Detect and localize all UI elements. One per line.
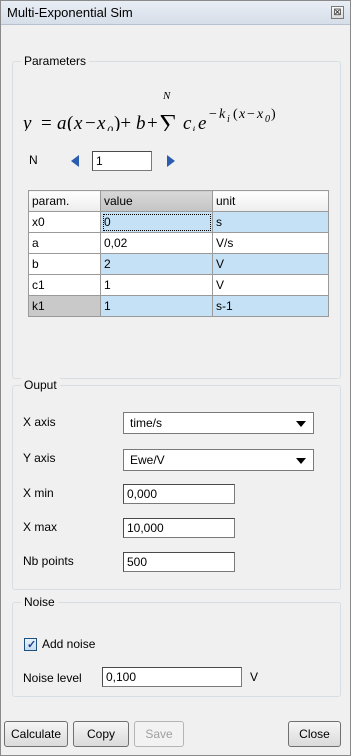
parameters-table: param. value unit x0 0 s a 0,02 V/s b 2 … <box>28 190 329 317</box>
param-cell[interactable]: k1 <box>28 295 101 317</box>
chevron-down-icon <box>296 421 306 427</box>
nb-points-input[interactable]: 500 <box>123 552 235 572</box>
noise-level-input[interactable]: 0,100 <box>102 667 242 687</box>
y-axis-select[interactable]: Ewe/V <box>123 449 314 471</box>
param-cell[interactable]: c1 <box>28 274 101 296</box>
svg-text:x: x <box>238 107 246 122</box>
unit-cell[interactable]: V <box>212 274 329 296</box>
svg-text:=: = <box>41 113 52 131</box>
unit-cell[interactable]: s-1 <box>212 295 329 317</box>
x-axis-select[interactable]: time/s <box>123 412 314 434</box>
table-row[interactable]: c1 1 V <box>28 274 329 296</box>
svg-text:−: − <box>209 107 217 122</box>
table-row[interactable]: x0 0 s <box>28 211 329 233</box>
chevron-down-icon <box>296 458 306 464</box>
value-cell[interactable]: 0,02 <box>100 232 213 254</box>
svg-text:x: x <box>96 113 106 131</box>
unit-cell[interactable]: s <box>212 211 329 233</box>
close-button[interactable]: Close <box>288 721 341 747</box>
svg-text:c: c <box>183 113 192 131</box>
svg-text:(: ( <box>233 107 238 122</box>
calculate-button[interactable]: Calculate <box>4 721 68 747</box>
nb-points-label: Nb points <box>23 554 74 568</box>
value-cell[interactable]: 2 <box>100 253 213 275</box>
x-min-input[interactable]: 0,000 <box>123 484 235 504</box>
svg-text:x: x <box>256 107 264 122</box>
svg-text:0: 0 <box>107 123 113 131</box>
unit-cell[interactable]: V/s <box>212 232 329 254</box>
y-axis-label: Y axis <box>23 451 56 465</box>
svg-text:−: − <box>247 107 255 122</box>
dialog-window: Multi-Exponential Sim ⊠ Parameters y = a… <box>0 0 351 756</box>
decrement-n-icon[interactable] <box>71 155 79 167</box>
param-cell[interactable]: b <box>28 253 101 275</box>
copy-button[interactable]: Copy <box>73 721 129 747</box>
column-header-value[interactable]: value <box>100 190 213 212</box>
svg-text:)+: )+ <box>114 113 131 131</box>
value-cell[interactable]: 1 <box>100 295 213 317</box>
x-axis-selected-value: time/s <box>130 416 163 430</box>
svg-text:x: x <box>73 113 83 131</box>
param-cell[interactable]: x0 <box>28 211 101 233</box>
add-noise-label[interactable]: Add noise <box>42 637 95 651</box>
x-axis-label: X axis <box>23 415 56 429</box>
table-row[interactable]: a 0,02 V/s <box>28 232 329 254</box>
svg-text:(: ( <box>67 113 73 131</box>
increment-n-icon[interactable] <box>167 155 175 167</box>
checkmark-icon: ✓ <box>27 639 37 651</box>
svg-text:i: i <box>227 114 230 125</box>
svg-text:0: 0 <box>265 114 270 125</box>
svg-text:∑: ∑ <box>159 109 178 131</box>
x-min-label: X min <box>23 486 54 500</box>
output-legend: Ouput <box>21 378 60 392</box>
noise-level-label: Noise level <box>23 671 82 685</box>
table-header-row: param. value unit <box>28 190 329 212</box>
n-label: N <box>29 153 38 167</box>
svg-text:k: k <box>219 107 226 122</box>
svg-text:+: + <box>147 113 158 131</box>
svg-text:): ) <box>271 107 276 122</box>
column-header-param[interactable]: param. <box>28 190 101 212</box>
value-cell[interactable]: 1 <box>100 274 213 296</box>
add-noise-checkbox[interactable]: ✓ <box>24 638 37 651</box>
svg-text:e: e <box>198 113 206 131</box>
unit-cell[interactable]: V <box>212 253 329 275</box>
x-max-label: X max <box>23 520 58 534</box>
svg-text:b: b <box>136 113 146 131</box>
table-row[interactable]: b 2 V <box>28 253 329 275</box>
svg-text:−: − <box>85 113 96 131</box>
noise-legend: Noise <box>21 595 58 609</box>
y-axis-selected-value: Ewe/V <box>130 453 165 467</box>
save-button[interactable]: Save <box>134 721 184 747</box>
column-header-unit[interactable]: unit <box>212 190 329 212</box>
svg-text:i: i <box>192 123 195 131</box>
svg-text:N: N <box>162 90 171 102</box>
equation-image: y = a ( x − x 0 )+ b + N ∑ i = 1 c i e −… <box>21 90 276 131</box>
noise-level-unit: V <box>250 670 259 684</box>
table-row[interactable]: k1 1 s-1 <box>28 295 329 317</box>
svg-text:a: a <box>57 113 67 131</box>
n-input[interactable]: 1 <box>92 151 152 171</box>
x-max-input[interactable]: 10,000 <box>123 518 235 538</box>
svg-text:y: y <box>21 113 32 131</box>
param-cell[interactable]: a <box>28 232 101 254</box>
value-cell[interactable]: 0 <box>100 211 213 233</box>
